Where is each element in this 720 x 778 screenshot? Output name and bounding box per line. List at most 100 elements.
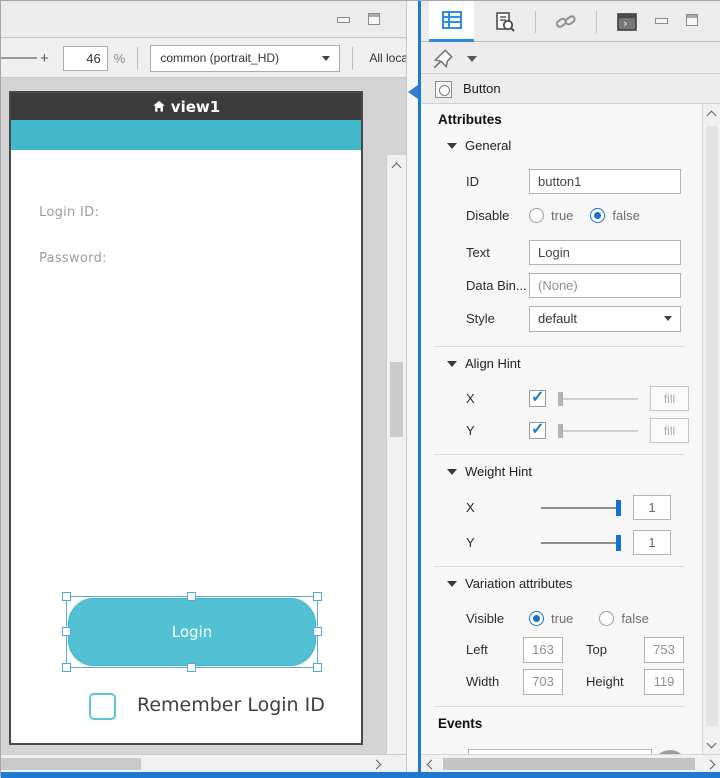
app-window: + % common (portrait_HD) All locales vie… — [0, 0, 720, 777]
resize-handle-w[interactable] — [62, 627, 71, 636]
align-x-slider[interactable] — [558, 392, 638, 406]
canvas-horizontal-scrollbar[interactable] — [1, 754, 406, 772]
properties-table-icon — [441, 10, 463, 30]
home-icon — [152, 100, 166, 113]
scrollbar-thumb[interactable] — [1, 758, 141, 770]
left-input[interactable] — [523, 637, 563, 663]
tab-script[interactable]: › — [604, 1, 649, 42]
collapse-triangle-icon — [447, 581, 457, 587]
editor-pane: + % common (portrait_HD) All locales vie… — [1, 1, 406, 772]
scrollbar-thumb[interactable] — [390, 362, 403, 437]
canvas-vertical-scrollbar[interactable] — [386, 155, 406, 754]
row-weight-y: Y — [421, 529, 702, 556]
profile-combo[interactable]: common (portrait_HD) — [150, 45, 340, 72]
inspector-pane: › Button Attributes General — [421, 1, 720, 772]
weight-y-input[interactable] — [633, 530, 671, 555]
inspector-tabbar: › — [421, 1, 720, 42]
inspector-vertical-scrollbar[interactable] — [702, 104, 720, 754]
scroll-up-icon[interactable] — [391, 162, 401, 172]
align-y-checkbox[interactable]: ✓ — [529, 422, 546, 439]
minimize-icon[interactable] — [655, 18, 668, 24]
style-combo[interactable]: default — [529, 306, 681, 332]
databind-input[interactable] — [529, 273, 681, 298]
resize-handle-ne[interactable] — [313, 592, 322, 601]
scroll-up-icon[interactable] — [706, 110, 716, 120]
svg-text:›: › — [622, 17, 629, 30]
remember-label[interactable]: Remember Login ID — [137, 694, 325, 716]
row-disable: Disable true false — [421, 204, 702, 226]
visible-true-radio[interactable] — [529, 611, 544, 626]
align-y-fill-field: fill — [650, 418, 689, 443]
weight-x-input[interactable] — [633, 495, 671, 520]
align-x-fill-field: fill — [650, 386, 689, 411]
scrollbar-thumb[interactable] — [443, 758, 695, 770]
weight-y-slider[interactable] — [541, 535, 621, 551]
top-input[interactable] — [644, 637, 684, 663]
height-input[interactable] — [644, 669, 684, 695]
scroll-left-icon[interactable] — [426, 759, 436, 769]
chevron-down-icon — [322, 56, 330, 61]
row-align-x: X ✓ fill — [421, 385, 702, 412]
tab-link[interactable] — [543, 1, 588, 42]
zoom-slider[interactable] — [1, 57, 37, 59]
section-divider — [434, 346, 684, 347]
password-label[interactable]: Password: — [39, 251, 107, 266]
maximize-icon[interactable] — [686, 14, 698, 26]
zoom-plus-icon[interactable]: + — [40, 50, 49, 67]
row-text: Text — [421, 239, 702, 266]
resize-handle-sw[interactable] — [62, 663, 71, 672]
section-divider — [434, 706, 684, 707]
login-id-label[interactable]: Login ID: — [39, 205, 99, 220]
resize-handle-e[interactable] — [313, 627, 322, 636]
id-input[interactable] — [529, 169, 681, 194]
disable-false-radio[interactable] — [590, 208, 605, 223]
attributes-title: Attributes — [438, 112, 502, 127]
remember-checkbox-widget[interactable] — [89, 693, 116, 720]
selected-widget-row: Button — [421, 74, 720, 104]
login-button-widget[interactable]: Login — [68, 598, 316, 666]
section-align-hint[interactable]: Align Hint — [447, 356, 521, 371]
row-style: Style default — [421, 305, 702, 332]
zoom-input[interactable] — [63, 46, 108, 71]
chevron-down-icon — [664, 316, 672, 321]
console-icon: › — [616, 12, 638, 32]
row-weight-x: X — [421, 494, 702, 521]
section-weight-hint[interactable]: Weight Hint — [447, 464, 532, 479]
weight-x-slider[interactable] — [541, 500, 621, 516]
width-input[interactable] — [523, 669, 563, 695]
align-y-slider[interactable] — [558, 424, 638, 438]
editor-pane-header — [1, 1, 406, 38]
align-x-checkbox[interactable]: ✓ — [529, 390, 546, 407]
scrollbar-thumb[interactable] — [706, 126, 718, 726]
maximize-icon[interactable] — [368, 13, 380, 25]
title-bar-widget[interactable] — [11, 120, 361, 150]
tab-properties[interactable] — [429, 1, 474, 42]
row-width-height: Width Height — [421, 668, 702, 695]
text-input[interactable] — [529, 240, 681, 265]
pin-menu-caret-icon[interactable] — [467, 56, 477, 62]
section-variation[interactable]: Variation attributes — [447, 576, 572, 591]
button-widget-icon — [435, 81, 452, 98]
locales-label[interactable]: All locales — [369, 51, 406, 65]
tab-page-search[interactable] — [482, 1, 527, 42]
scroll-right-icon[interactable] — [705, 759, 715, 769]
section-divider — [434, 566, 684, 567]
inspector-horizontal-scrollbar[interactable] — [421, 754, 720, 772]
section-general[interactable]: General — [447, 138, 511, 153]
scroll-down-icon[interactable] — [706, 738, 716, 748]
editor-toolbar: + % common (portrait_HD) All locales — [1, 39, 406, 78]
visible-false-radio[interactable] — [599, 611, 614, 626]
toolbar-divider — [352, 47, 353, 70]
resize-handle-s[interactable] — [187, 663, 196, 672]
profile-combo-value: common (portrait_HD) — [160, 51, 279, 65]
minimize-icon[interactable] — [337, 17, 350, 23]
design-canvas[interactable]: view1 Login ID: Password: Login — [1, 78, 406, 754]
resize-handle-n[interactable] — [187, 592, 196, 601]
pane-sash[interactable] — [406, 1, 418, 772]
scroll-right-icon[interactable] — [371, 759, 381, 769]
resize-handle-se[interactable] — [313, 663, 322, 672]
collapse-left-icon[interactable] — [408, 85, 418, 99]
resize-handle-nw[interactable] — [62, 592, 71, 601]
disable-true-radio[interactable] — [529, 208, 544, 223]
pin-button[interactable] — [431, 47, 455, 76]
